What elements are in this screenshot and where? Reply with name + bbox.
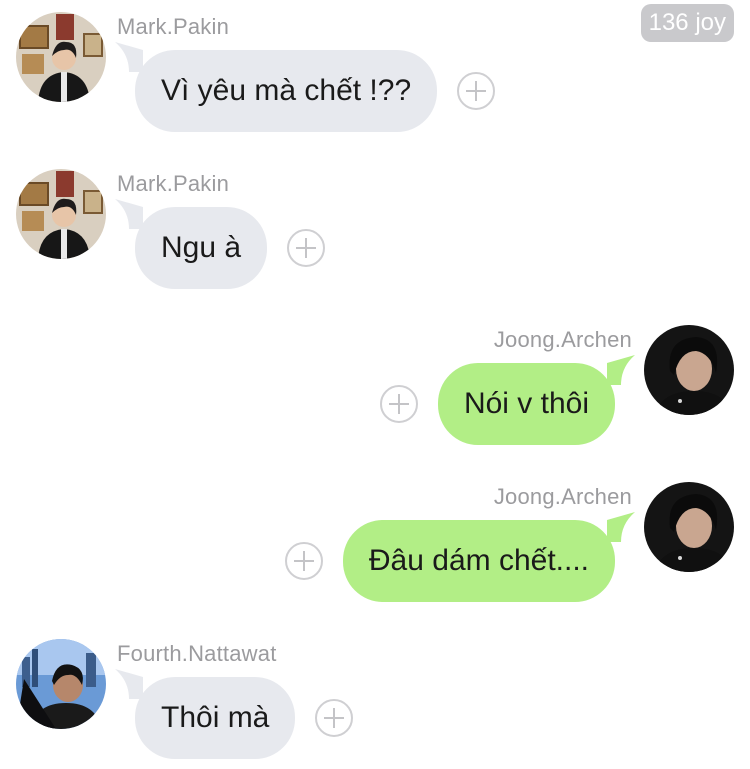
message-bubble[interactable]: Ngu à [115,199,268,289]
message-row: Mark.Pakin Vì yêu mà chết !?? [0,12,750,142]
avatar-joong-archen[interactable] [644,325,734,415]
bubble-tail [607,512,635,542]
add-reaction-plus-icon[interactable] [287,229,326,267]
sender-name: Mark.Pakin [117,14,230,39]
add-reaction-plus-icon[interactable] [315,699,354,737]
bubble-tail [115,669,143,699]
add-reaction-plus-icon[interactable] [284,542,323,580]
message-row: Fourth.Nattawat Thôi mà [0,639,750,769]
add-reaction-plus-icon[interactable] [457,72,496,110]
message-bubble[interactable]: Thôi mà [115,669,296,759]
message-text: Thôi mà [161,701,270,734]
message-text: Nói v thôi [463,387,589,420]
message-bubble[interactable]: Đâu dám chết.... [342,512,635,602]
bubble-tail [115,199,143,229]
message-bubble[interactable]: Vì yêu mà chết !?? [115,42,438,132]
sender-name: Joong.Archen [493,327,632,352]
avatar-joong-archen[interactable] [644,482,734,572]
message-row: Joong.Archen Nói v thôi [0,325,750,455]
message-bubble[interactable]: Nói v thôi [437,355,635,445]
add-reaction-plus-icon[interactable] [379,385,418,423]
sender-name: Fourth.Nattawat [117,641,277,666]
avatar-mark-pakin[interactable] [16,12,106,102]
avatar-fourth-nattawat[interactable] [16,639,106,729]
sender-name: Joong.Archen [493,484,632,509]
message-text: Vì yêu mà chết !?? [161,74,412,107]
message-text: Ngu à [161,231,242,264]
bubble-tail [607,355,635,385]
message-text: Đâu dám chết.... [368,544,589,577]
sender-name: Mark.Pakin [117,171,230,196]
message-row: Joong.Archen Đâu dám chết.... [0,482,750,612]
message-row: Mark.Pakin Ngu à [0,169,750,299]
bubble-tail [115,42,143,72]
avatar-mark-pakin[interactable] [16,169,106,259]
